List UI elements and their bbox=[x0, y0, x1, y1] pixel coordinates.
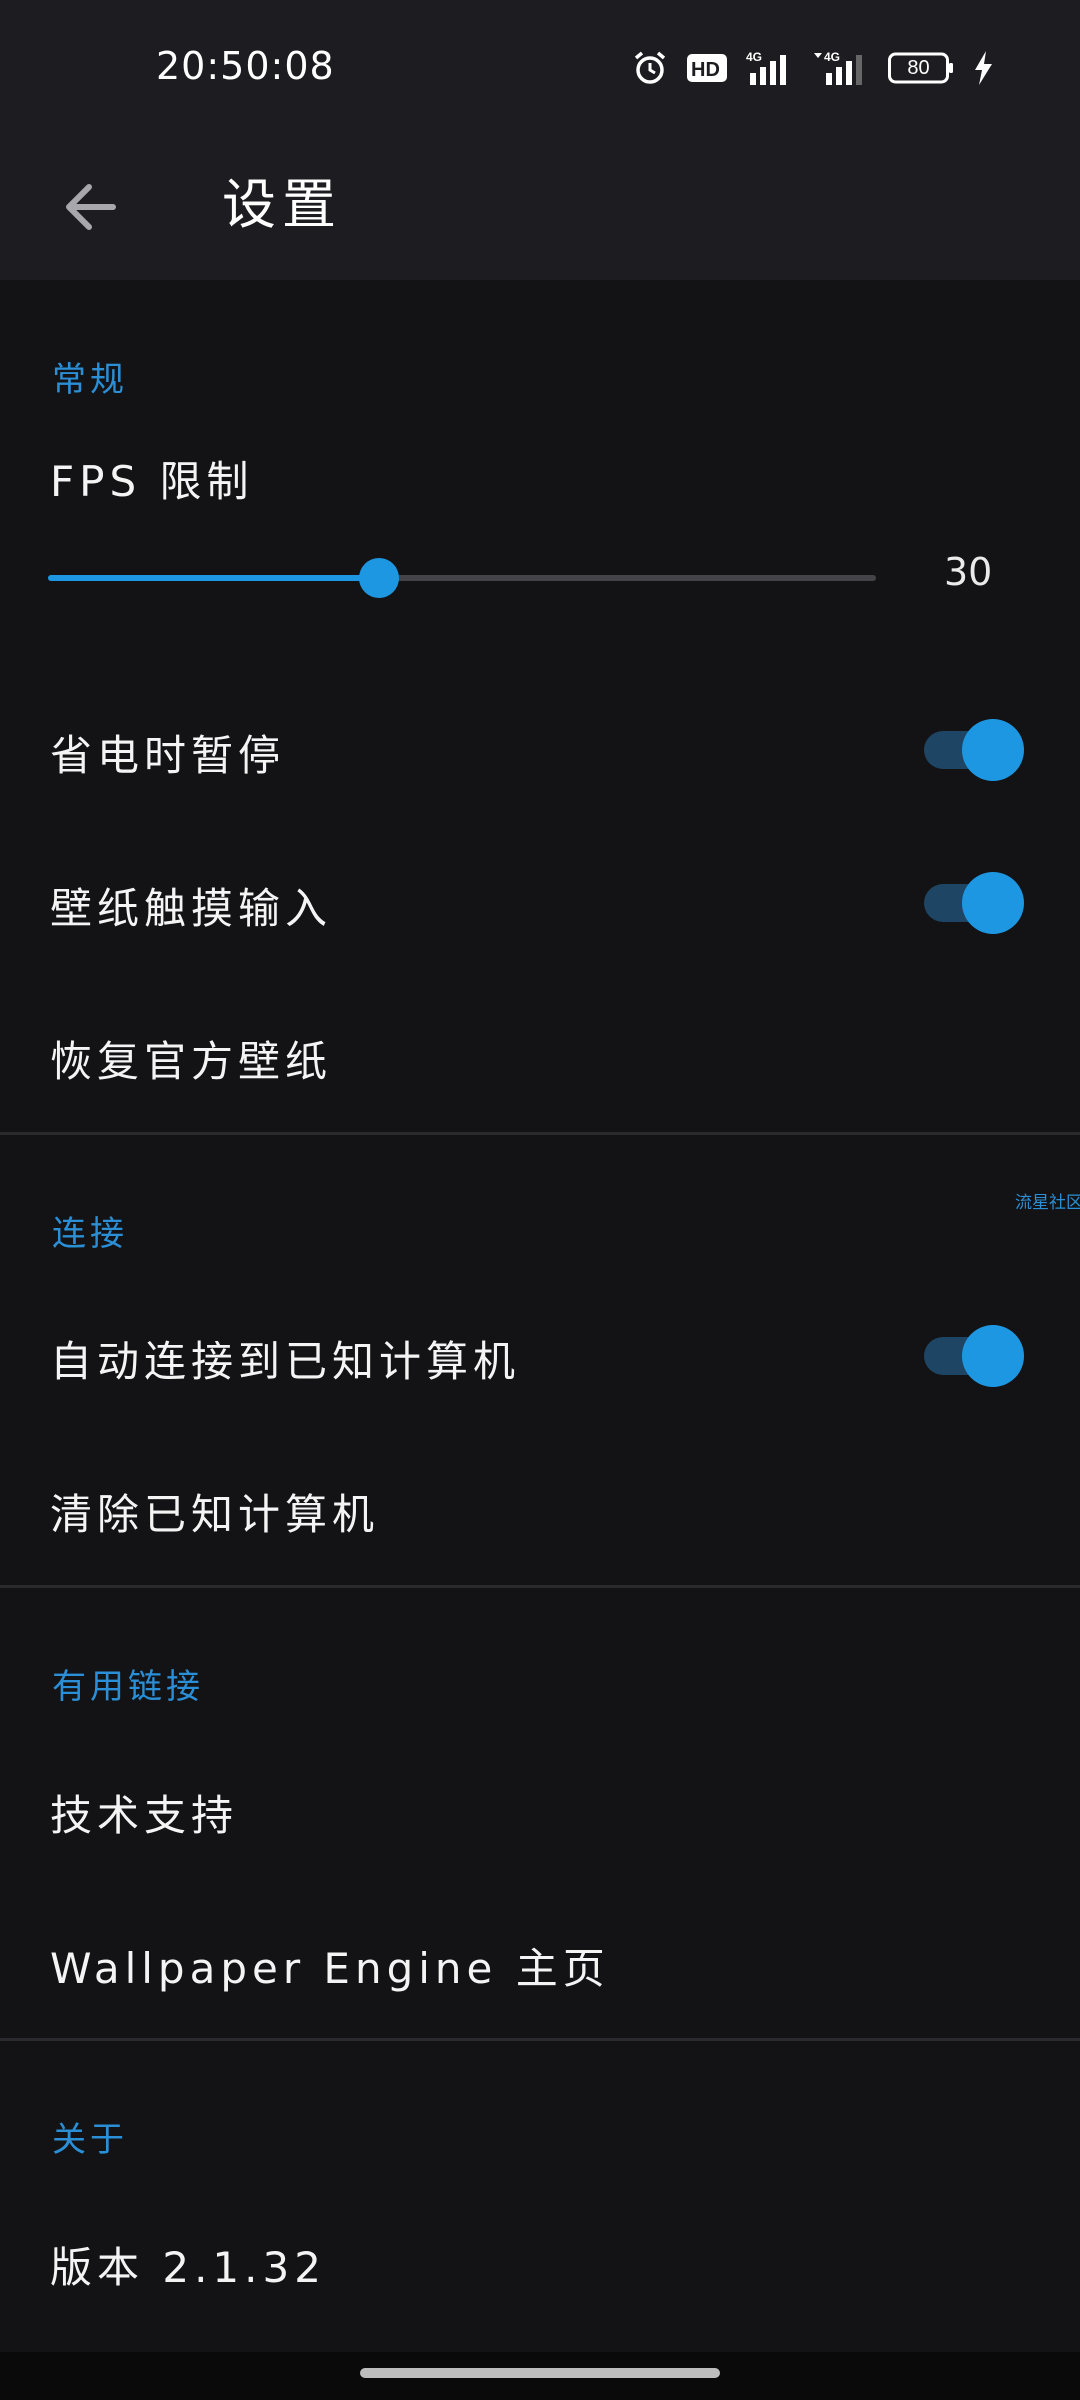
status-time: 20:50:08 bbox=[156, 44, 335, 88]
section-header-links: 有用链接 bbox=[52, 1667, 204, 1707]
version-label: 版本 2.1.32 bbox=[50, 2243, 326, 2292]
section-header-connection: 连接 bbox=[52, 1214, 128, 1254]
signal-icon: 4G bbox=[812, 49, 870, 87]
slider-thumb[interactable] bbox=[359, 558, 399, 598]
fps-limit-label: FPS 限制 bbox=[50, 457, 254, 506]
wallpaper-engine-homepage-link[interactable]: Wallpaper Engine 主页 bbox=[50, 1935, 610, 1996]
toggle-thumb bbox=[962, 719, 1024, 781]
section-divider bbox=[0, 1132, 1080, 1135]
auto-connect-toggle[interactable] bbox=[924, 1325, 1024, 1387]
arrow-left-icon bbox=[61, 181, 117, 237]
restore-official-wallpaper-item[interactable]: 恢复官方壁纸 bbox=[50, 1028, 332, 1089]
section-divider bbox=[0, 2038, 1080, 2041]
app-bar: 设置 bbox=[0, 138, 1080, 280]
battery-icon: 80 bbox=[888, 52, 954, 84]
battery-level: 80 bbox=[907, 57, 930, 79]
fps-limit-value: 30 bbox=[944, 550, 993, 594]
alarm-icon bbox=[632, 50, 668, 86]
pause-on-battery-toggle[interactable] bbox=[924, 719, 1024, 781]
charging-icon bbox=[972, 50, 994, 86]
status-icons: HD 4G 4G 80 bbox=[632, 46, 994, 90]
section-header-general: 常规 bbox=[52, 360, 128, 400]
section-divider bbox=[0, 1585, 1080, 1588]
status-bar: 20:50:08 HD 4G 4G 80 bbox=[0, 0, 1080, 138]
clear-known-computers-item[interactable]: 清除已知计算机 bbox=[50, 1481, 379, 1542]
page-title: 设置 bbox=[222, 173, 342, 236]
signal-icon: 4G bbox=[746, 49, 794, 87]
back-button[interactable] bbox=[44, 164, 134, 254]
toggle-thumb bbox=[962, 1325, 1024, 1387]
wallpaper-touch-input-toggle[interactable] bbox=[924, 872, 1024, 934]
navigation-bar bbox=[0, 2352, 1080, 2400]
tech-support-link[interactable]: 技术支持 bbox=[50, 1782, 238, 1843]
network-type-2: 4G bbox=[824, 50, 840, 64]
section-header-about: 关于 bbox=[52, 2120, 128, 2160]
toggle-thumb bbox=[962, 872, 1024, 934]
network-type-1: 4G bbox=[746, 50, 762, 64]
home-indicator[interactable] bbox=[360, 2368, 720, 2378]
pause-on-battery-label: 省电时暂停 bbox=[50, 731, 286, 780]
hd-icon: HD bbox=[686, 52, 728, 84]
svg-text:HD: HD bbox=[691, 59, 720, 81]
slider-fill bbox=[48, 575, 379, 581]
fps-limit-slider[interactable] bbox=[48, 556, 876, 600]
wallpaper-touch-input-label: 壁纸触摸输入 bbox=[50, 884, 333, 933]
auto-connect-label: 自动连接到已知计算机 bbox=[50, 1337, 521, 1386]
watermark: 流星社区 bbox=[1015, 1193, 1080, 1213]
